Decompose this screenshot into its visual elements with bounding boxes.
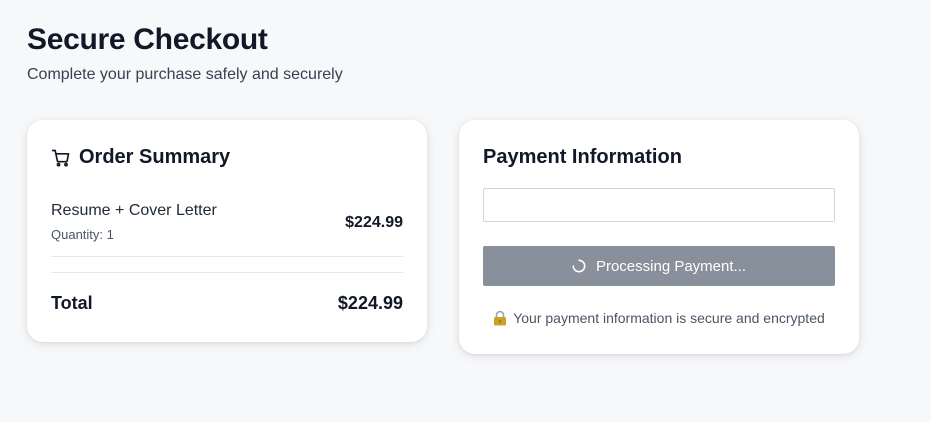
payment-card: Payment Information Processing Payment..… bbox=[459, 120, 859, 354]
page-title: Secure Checkout bbox=[27, 23, 268, 56]
pay-button[interactable]: Processing Payment... bbox=[483, 246, 835, 286]
order-item: Resume + Cover Letter Quantity: 1 $224.9… bbox=[51, 202, 403, 257]
secure-note: Your payment information is secure and e… bbox=[459, 310, 859, 326]
spinner-icon bbox=[572, 259, 586, 273]
total-label: Total bbox=[51, 293, 93, 313]
payment-title: Payment Information bbox=[483, 146, 682, 168]
item-name: Resume + Cover Letter bbox=[51, 202, 217, 219]
pay-button-label: Processing Payment... bbox=[595, 257, 747, 275]
order-summary-card: Order Summary Resume + Cover Letter Quan… bbox=[27, 120, 427, 342]
order-summary-header: Order Summary bbox=[51, 146, 230, 169]
card-details-field[interactable] bbox=[483, 188, 835, 222]
total-value: $224.99 bbox=[337, 293, 403, 313]
lock-icon bbox=[493, 310, 507, 326]
total-divider bbox=[51, 272, 403, 273]
item-quantity: Quantity: 1 bbox=[51, 227, 114, 242]
order-summary-title: Order Summary bbox=[79, 146, 231, 168]
secure-note-text: Your payment information is secure and e… bbox=[513, 310, 825, 326]
item-price: $224.99 bbox=[345, 214, 403, 231]
page-subtitle: Complete your purchase safely and secure… bbox=[27, 66, 343, 83]
shopping-cart-icon bbox=[51, 148, 71, 168]
